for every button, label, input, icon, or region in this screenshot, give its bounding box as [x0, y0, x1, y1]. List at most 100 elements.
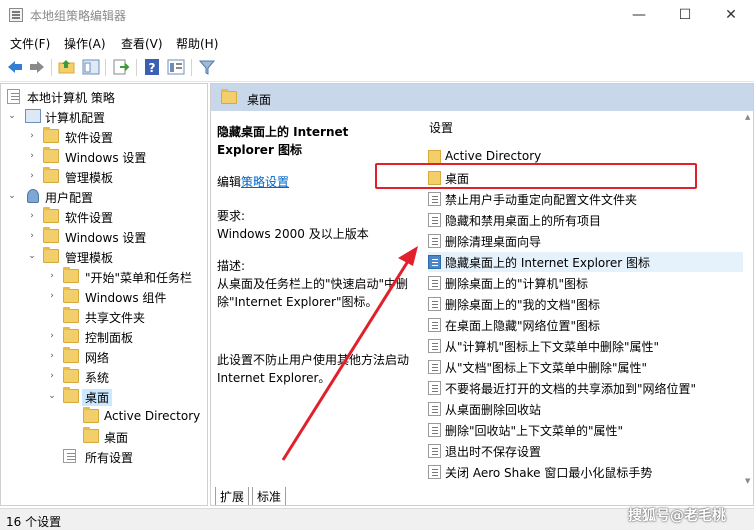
- policy-title: 隐藏桌面上的 Internet Explorer 图标: [217, 125, 349, 157]
- requirements-label: 要求:: [217, 209, 246, 223]
- details-header-title: 桌面: [247, 93, 272, 107]
- chevron-right-icon[interactable]: ›: [27, 171, 37, 181]
- chevron-right-icon[interactable]: ›: [47, 291, 57, 301]
- close-button[interactable]: ✕: [708, 0, 754, 31]
- policy-setting-row[interactable]: 删除清理桌面向导: [428, 231, 748, 251]
- list-item-label: 关闭 Aero Shake 窗口最小化鼠标手势: [445, 466, 653, 480]
- tab-standard[interactable]: 标准: [252, 487, 287, 505]
- details-header: 桌面: [211, 84, 753, 111]
- menu-action[interactable]: 操作(A): [64, 35, 106, 52]
- export-list-icon[interactable]: [112, 58, 130, 76]
- chevron-right-icon[interactable]: ›: [27, 131, 37, 141]
- help-icon[interactable]: ?: [143, 58, 161, 76]
- list-item-label: 从"计算机"图标上下文菜单中删除"属性": [445, 340, 660, 354]
- svg-text:?: ?: [149, 61, 156, 75]
- policy-setting-icon: [428, 276, 441, 290]
- scroll-down-icon[interactable]: ▼: [745, 477, 750, 485]
- list-item-label: 删除桌面上的"我的文档"图标: [445, 298, 601, 312]
- show-hide-tree-icon[interactable]: [82, 58, 100, 76]
- minimize-button[interactable]: —: [616, 0, 662, 31]
- vertical-scrollbar[interactable]: ▲ ▼: [743, 111, 753, 487]
- tree-label: 软件设置: [65, 211, 114, 225]
- list-item-label: 从"文档"图标上下文菜单中删除"属性": [445, 361, 648, 375]
- tree-label: 共享文件夹: [85, 311, 146, 325]
- filter-icon[interactable]: [198, 58, 216, 76]
- folder-icon: [43, 207, 59, 223]
- settings-column-header[interactable]: 设置: [416, 111, 753, 137]
- tree-label: 管理模板: [65, 171, 114, 185]
- folder-icon: [43, 167, 59, 183]
- chevron-down-icon[interactable]: ⌄: [7, 191, 17, 201]
- policy-setting-icon: [428, 318, 441, 332]
- chevron-down-icon[interactable]: ⌄: [7, 111, 17, 121]
- chevron-right-icon[interactable]: ›: [27, 231, 37, 241]
- chevron-down-icon[interactable]: ⌄: [27, 251, 37, 261]
- policy-setting-icon: [428, 381, 441, 395]
- policy-setting-row[interactable]: 从"计算机"图标上下文菜单中删除"属性": [428, 336, 748, 356]
- list-item-label: 删除清理桌面向导: [445, 235, 542, 249]
- tab-extended[interactable]: 扩展: [215, 487, 250, 505]
- folder-icon: [63, 267, 79, 283]
- toolbar-separator: [191, 59, 192, 76]
- menu-file[interactable]: 文件(F): [10, 35, 50, 52]
- policy-setting-row[interactable]: 关闭 Aero Shake 窗口最小化鼠标手势: [428, 462, 748, 482]
- forward-arrow-icon[interactable]: [28, 58, 46, 76]
- tree-pane: 本地计算机 策略 ⌄ 计算机配置 › 软件设置 › Windows 设置 › 管…: [0, 83, 208, 506]
- tree-label: 桌面: [104, 431, 129, 445]
- chevron-right-icon[interactable]: ›: [47, 331, 57, 341]
- folder-icon: [43, 227, 59, 243]
- chevron-right-icon[interactable]: ›: [47, 351, 57, 361]
- menu-view[interactable]: 查看(V): [121, 35, 163, 52]
- list-item-label: 不要将最近打开的文档的共享添加到"网络位置": [445, 382, 697, 396]
- back-arrow-icon[interactable]: [6, 58, 24, 76]
- toolbar-separator: [136, 59, 137, 76]
- policy-setting-icon: [428, 339, 441, 353]
- policy-setting-row[interactable]: 退出时不保存设置: [428, 441, 748, 461]
- properties-icon[interactable]: [167, 58, 185, 76]
- tree-label: 网络: [85, 351, 110, 365]
- requirements: 要求: Windows 2000 及以上版本: [217, 207, 413, 243]
- policy-setting-row[interactable]: 从桌面删除回收站: [428, 399, 748, 419]
- chevron-down-icon[interactable]: ⌄: [47, 391, 57, 401]
- tree-user-label: 用户配置: [45, 191, 94, 205]
- policy-setting-row[interactable]: 在桌面上隐藏"网络位置"图标: [428, 315, 748, 335]
- tree-root-label: 本地计算机 策略: [27, 91, 115, 105]
- chevron-right-icon[interactable]: ›: [47, 271, 57, 281]
- policy-setting-row[interactable]: 从"文档"图标上下文菜单中删除"属性": [428, 357, 748, 377]
- chevron-right-icon[interactable]: ›: [27, 211, 37, 221]
- highlight-annotation: [375, 163, 697, 189]
- chevron-right-icon[interactable]: ›: [47, 371, 57, 381]
- all-settings-icon: [63, 449, 76, 463]
- maximize-button[interactable]: ☐: [662, 0, 708, 31]
- chevron-right-icon[interactable]: ›: [27, 151, 37, 161]
- policy-setting-row[interactable]: 隐藏桌面上的 Internet Explorer 图标: [428, 252, 748, 272]
- menu-help[interactable]: 帮助(H): [176, 35, 218, 52]
- list-item-label: 在桌面上隐藏"网络位置"图标: [445, 319, 601, 333]
- policy-setting-row[interactable]: 隐藏和禁用桌面上的所有项目: [428, 210, 748, 230]
- policy-setting-icon: [428, 465, 441, 479]
- list-item-label: 隐藏和禁用桌面上的所有项目: [445, 214, 602, 228]
- list-item-label: 删除"回收站"上下文菜单的"属性": [445, 424, 624, 438]
- policy-setting-row[interactable]: 禁止用户手动重定向配置文件文件夹: [428, 189, 748, 209]
- view-tabs: 扩展 标准: [211, 487, 753, 505]
- tree-label: "开始"菜单和任务栏: [85, 271, 193, 285]
- policy-setting-row[interactable]: 删除桌面上的"我的文档"图标: [428, 294, 748, 314]
- folder-icon: [63, 387, 79, 403]
- folder-icon: [63, 307, 79, 323]
- policy-setting-icon: [428, 360, 441, 374]
- status-text: 16 个设置: [6, 515, 62, 529]
- watermark: 搜狐号@老毛桃: [628, 508, 726, 524]
- policy-setting-icon: [428, 444, 441, 458]
- folder-icon: [428, 150, 441, 164]
- policy-setting-row[interactable]: 删除"回收站"上下文菜单的"属性": [428, 420, 748, 440]
- scroll-up-icon[interactable]: ▲: [745, 113, 750, 121]
- policy-setting-icon: [428, 423, 441, 437]
- description-block: 描述: 从桌面及任务栏上的"快速启动"中删除"Internet Explorer…: [217, 257, 413, 311]
- description-label: 描述:: [217, 259, 246, 273]
- policy-setting-row[interactable]: 不要将最近打开的文档的共享添加到"网络位置": [428, 378, 748, 398]
- edit-policy-link[interactable]: 策略设置: [241, 175, 289, 189]
- up-folder-icon[interactable]: [58, 58, 76, 76]
- folder-icon: [221, 89, 237, 104]
- policy-setting-row[interactable]: 删除桌面上的"计算机"图标: [428, 273, 748, 293]
- details-pane: 桌面 隐藏桌面上的 Internet Explorer 图标 编辑策略设置 要求…: [210, 83, 754, 506]
